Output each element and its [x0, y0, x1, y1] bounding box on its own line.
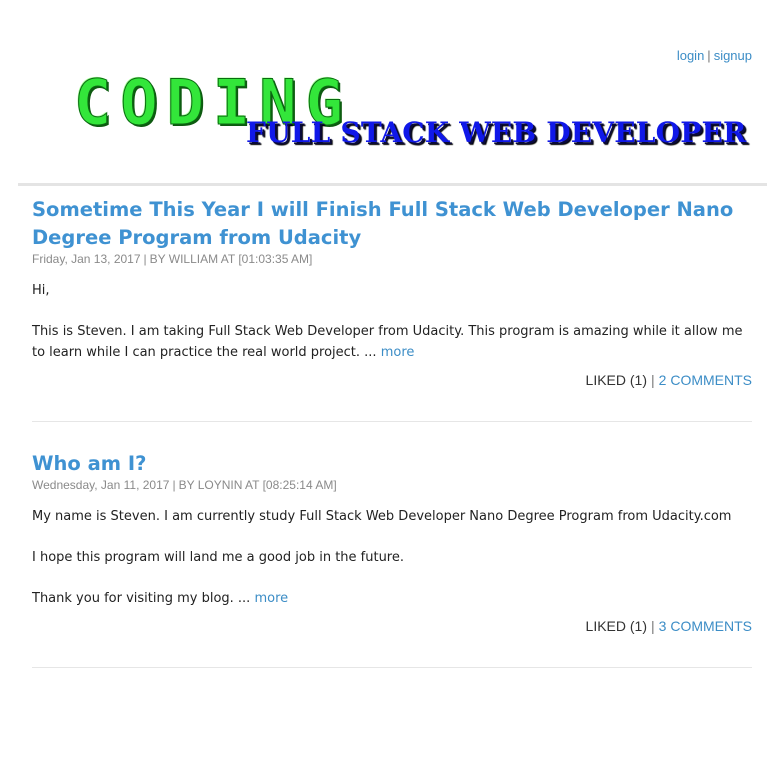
post-meta: Friday, Jan 13, 2017 | BY WILLIAM AT [01:0… — [32, 252, 752, 266]
signup-link[interactable]: signup — [714, 48, 752, 63]
blog-post: Sometime This Year I will Finish Full St… — [32, 196, 752, 422]
meta-separator: | — [172, 478, 176, 492]
post-paragraph-with-more: Thank you for visiting my blog. ... more — [32, 588, 752, 609]
liked-count[interactable]: LIKED (1) — [586, 618, 647, 634]
post-body: Hi, This is Steven. I am taking Full Sta… — [32, 280, 752, 363]
more-link[interactable]: more — [381, 345, 415, 360]
comments-link[interactable]: 2 COMMENTS — [659, 372, 752, 388]
post-date: Wednesday, Jan 11, 2017 — [32, 478, 170, 492]
post-byline: BY LOYNIN AT [08:25:14 AM] — [178, 478, 337, 492]
post-paragraph: Hi, — [32, 283, 50, 298]
post-paragraph: My name is Steven. I am currently study … — [32, 509, 732, 524]
site-logo-banner[interactable]: CODING FULL STACK WEB DEVELOPER — [74, 71, 764, 162]
post-body: My name is Steven. I am currently study … — [32, 506, 752, 609]
post-paragraph: I hope this program will land me a good … — [32, 550, 404, 565]
meta-separator: | — [143, 252, 147, 266]
footer-separator: | — [651, 618, 655, 634]
post-meta: Wednesday, Jan 11, 2017 | BY LOYNIN AT [08… — [32, 478, 752, 492]
post-footer: LIKED (1) | 2 COMMENTS — [32, 371, 752, 421]
post-title-link[interactable]: Who am I? — [32, 450, 752, 478]
header-divider — [18, 183, 767, 186]
auth-links: login | signup — [677, 48, 752, 63]
comments-link[interactable]: 3 COMMENTS — [659, 618, 752, 634]
more-link[interactable]: more — [254, 591, 288, 606]
post-paragraph-text: Thank you for visiting my blog. ... — [32, 591, 251, 606]
blog-post: Who am I? Wednesday, Jan 11, 2017 | BY LOY… — [32, 450, 752, 668]
post-byline: BY WILLIAM AT [01:03:35 AM] — [149, 252, 313, 266]
auth-separator: | — [707, 48, 711, 63]
post-paragraph-with-more: This is Steven. I am taking Full Stack W… — [32, 321, 752, 363]
post-list: Sometime This Year I will Finish Full St… — [32, 196, 752, 696]
logo-subtitle: FULL STACK WEB DEVELOPER — [246, 116, 747, 149]
liked-count[interactable]: LIKED (1) — [586, 372, 647, 388]
login-link[interactable]: login — [677, 48, 704, 63]
post-footer: LIKED (1) | 3 COMMENTS — [32, 617, 752, 667]
footer-separator: | — [651, 372, 655, 388]
post-date: Friday, Jan 13, 2017 — [32, 252, 141, 266]
post-title-link[interactable]: Sometime This Year I will Finish Full St… — [32, 196, 752, 252]
